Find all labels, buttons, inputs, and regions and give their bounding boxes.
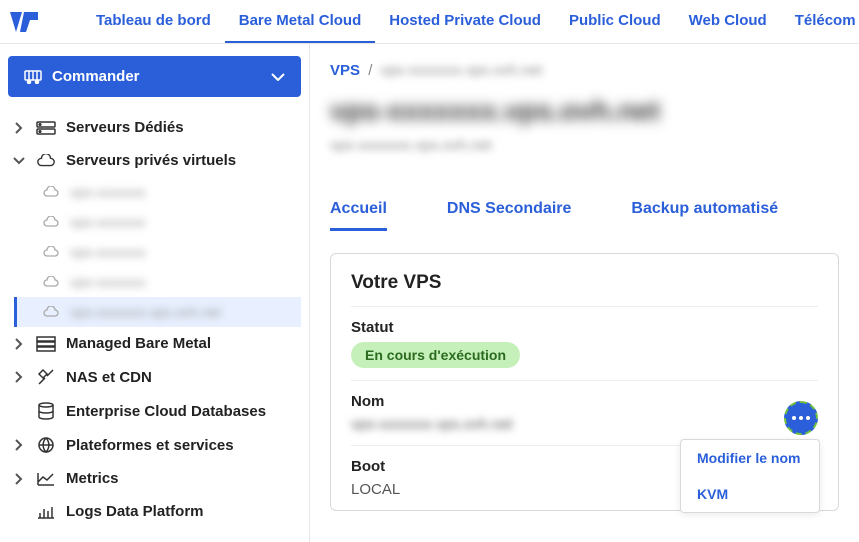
main-content: VPS / vps-xxxxxxx.vps.ovh.net vps-xxxxxx… [310, 44, 859, 542]
sidebar-item-nas-cdn[interactable]: NAS et CDN [8, 360, 301, 394]
sidebar-item-label: Plateformes et services [66, 437, 234, 454]
nav-hosted-private-cloud[interactable]: Hosted Private Cloud [375, 0, 555, 43]
cloud-icon [42, 186, 60, 198]
status-badge: En cours d'exécution [351, 342, 520, 368]
sidebar-item-label: Logs Data Platform [66, 503, 204, 520]
field-label: Statut [351, 319, 818, 336]
cloud-icon [42, 216, 60, 228]
nav-telecom[interactable]: Télécom [781, 0, 859, 43]
sidebar-item-label: Metrics [66, 470, 119, 487]
sidebar: Commander Serveurs Dédiés Serveurs privé… [0, 44, 310, 542]
breadcrumb-root[interactable]: VPS [330, 62, 360, 79]
sidebar-item-label: Enterprise Cloud Databases [66, 403, 266, 420]
sidebar-item-platforms[interactable]: Plateformes et services [8, 428, 301, 462]
page-subtitle: vps-xxxxxxx.vps.ovh.net [330, 137, 839, 154]
server-icon [36, 121, 56, 135]
menu-modify-name[interactable]: Modifier le nom [681, 440, 819, 476]
dot-icon [792, 416, 796, 420]
breadcrumb-separator: / [368, 62, 372, 79]
vps-list-item[interactable]: vps-xxxxxxx [14, 207, 301, 237]
sidebar-item-vps[interactable]: Serveurs privés virtuels [8, 144, 301, 177]
field-name: Nom vps-xxxxxxx.vps.ovh.net Modifier le … [351, 380, 818, 445]
chevron-right-icon [12, 473, 26, 485]
vps-item-label: vps-xxxxxxx.vps.ovh.net [70, 304, 221, 320]
page-title: vps-xxxxxxx.vps.ovh.net [330, 95, 839, 127]
actions-popover: Modifier le nom KVM [680, 439, 820, 513]
sidebar-item-label: Serveurs Dédiés [66, 119, 184, 136]
cloud-icon [42, 306, 60, 318]
chevron-right-icon [12, 122, 26, 134]
tab-dns-secondaire[interactable]: DNS Secondaire [447, 200, 571, 231]
breadcrumb-current: vps-xxxxxxx.vps.ovh.net [381, 62, 543, 79]
database-icon [36, 402, 56, 420]
field-status: Statut En cours d'exécution [351, 306, 818, 380]
brand-logo [8, 4, 42, 40]
cloud-icon [42, 246, 60, 258]
nav-bare-metal-cloud[interactable]: Bare Metal Cloud [225, 0, 376, 43]
nav-public-cloud[interactable]: Public Cloud [555, 0, 675, 43]
top-nav: Tableau de bord Bare Metal Cloud Hosted … [82, 0, 859, 43]
vps-list-item[interactable]: vps-xxxxxxx [14, 237, 301, 267]
sidebar-item-label: NAS et CDN [66, 369, 152, 386]
field-value: vps-xxxxxxx.vps.ovh.net [351, 416, 818, 433]
chevron-right-icon [12, 338, 26, 350]
sidebar-item-dedicated-servers[interactable]: Serveurs Dédiés [8, 111, 301, 144]
chevron-down-icon [12, 157, 26, 165]
sidebar-tree: Serveurs Dédiés Serveurs privés virtuels… [8, 111, 301, 528]
top-bar: Tableau de bord Bare Metal Cloud Hosted … [0, 0, 859, 44]
globe-icon [36, 436, 56, 454]
chart-line-icon [36, 472, 56, 486]
tools-icon [36, 368, 56, 386]
stack-icon [36, 336, 56, 352]
chevron-down-icon [271, 73, 285, 81]
tab-backup-auto[interactable]: Backup automatisé [631, 200, 778, 231]
dot-icon [799, 416, 803, 420]
cart-icon [24, 70, 42, 84]
sidebar-item-metrics[interactable]: Metrics [8, 462, 301, 495]
sidebar-item-label: Managed Bare Metal [66, 335, 211, 352]
vps-list-item-selected[interactable]: vps-xxxxxxx.vps.ovh.net [14, 297, 301, 327]
chart-bar-icon [36, 505, 56, 519]
vps-subtree: vps-xxxxxxx vps-xxxxxxx vps-xxxxxxx vps-… [12, 177, 301, 327]
vps-card: Votre VPS Statut En cours d'exécution No… [330, 253, 839, 511]
sidebar-item-logs[interactable]: Logs Data Platform [8, 495, 301, 528]
cloud-icon [42, 276, 60, 288]
menu-kvm[interactable]: KVM [681, 476, 819, 512]
vps-item-label: vps-xxxxxxx [70, 184, 145, 200]
order-button-label: Commander [52, 68, 140, 85]
breadcrumb: VPS / vps-xxxxxxx.vps.ovh.net [330, 62, 839, 79]
sidebar-item-enterprise-db[interactable]: Enterprise Cloud Databases [8, 394, 301, 428]
sidebar-item-managed-bare-metal[interactable]: Managed Bare Metal [8, 327, 301, 360]
vps-list-item[interactable]: vps-xxxxxxx [14, 177, 301, 207]
chevron-right-icon [12, 439, 26, 451]
card-title: Votre VPS [351, 272, 818, 294]
nav-dashboard[interactable]: Tableau de bord [82, 0, 225, 43]
field-label: Nom [351, 393, 818, 410]
actions-menu-button[interactable] [784, 401, 818, 435]
vps-item-label: vps-xxxxxxx [70, 214, 145, 230]
nav-web-cloud[interactable]: Web Cloud [675, 0, 781, 43]
vps-item-label: vps-xxxxxxx [70, 244, 145, 260]
sidebar-item-label: Serveurs privés virtuels [66, 152, 236, 169]
order-button[interactable]: Commander [8, 56, 301, 97]
vps-list-item[interactable]: vps-xxxxxxx [14, 267, 301, 297]
tab-accueil[interactable]: Accueil [330, 200, 387, 231]
chevron-right-icon [12, 371, 26, 383]
tabs: Accueil DNS Secondaire Backup automatisé [330, 200, 839, 231]
dot-icon [806, 416, 810, 420]
vps-item-label: vps-xxxxxxx [70, 274, 145, 290]
cloud-icon [36, 154, 56, 168]
